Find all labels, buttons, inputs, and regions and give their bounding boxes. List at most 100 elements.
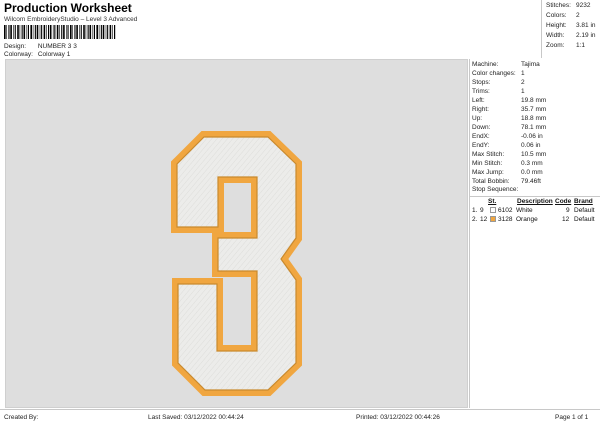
colors-row: Colors: 2 (546, 12, 580, 19)
row-description: Orange (516, 216, 538, 223)
endx-value: -0.06 in (521, 133, 543, 140)
software-subtitle: Wilcom EmbroideryStudio – Level 3 Advanc… (4, 16, 138, 23)
width-label: Width: (546, 32, 565, 39)
colors-value: 2 (576, 12, 580, 19)
row-code: 12 (562, 216, 570, 223)
right-label: Right: (472, 106, 489, 113)
left-label: Left: (472, 97, 485, 104)
max-stitch-row: Max Stitch: 10.5 mm (472, 150, 546, 159)
left-value: 19.8 mm (521, 97, 547, 104)
number-3-fill (176, 136, 297, 391)
endx-row: EndX: -0.06 in (472, 132, 543, 141)
colorway-row: Colorway: Colorway 1 (4, 51, 70, 58)
machine-info-panel: Machine: Tajima Color changes: 1 Stops: 2 T… (469, 59, 600, 408)
stats-panel: Stitches: 9232 Colors: 2 Height: 3.81 in Wi… (541, 0, 600, 58)
zoom-value: 1:1 (576, 42, 586, 49)
worksheet-header: Production Worksheet Wilcom EmbroiderySt… (0, 0, 600, 58)
color-changes-value: 1 (521, 70, 525, 77)
design-value: NUMBER 3 3 (37, 43, 77, 50)
stop-sequence-table: St. Description Code Brand 1. 9 6102 Whi… (470, 196, 600, 224)
row-code-number: 6102 (498, 207, 513, 214)
zoom-row: Zoom: 1:1 (546, 42, 585, 49)
row-code-number: 3128 (498, 216, 513, 223)
table-row: 2. 12 3128 Orange 12 Default (470, 215, 600, 224)
page-number: Page 1 of 1 (555, 414, 589, 421)
stop-sequence-title: Stop Sequence: (472, 186, 519, 193)
color-changes-row: Color changes: 1 (472, 69, 525, 78)
max-jump-label: Max Jump: (472, 169, 504, 176)
design-preview (5, 59, 468, 408)
stitches-row: Stitches: 9232 (546, 2, 590, 9)
width-row: Width: 2.19 in (546, 32, 596, 39)
design-label: Design: (4, 43, 27, 50)
row-brand: Default (574, 216, 595, 223)
trims-label: Trims: (472, 88, 490, 95)
total-bobbin-row: Total Bobbin: 79.46ft (472, 177, 541, 186)
down-value: 78.1 mm (521, 124, 547, 131)
max-jump-value: 0.0 mm (521, 169, 543, 176)
left-row: Left: 19.8 mm (472, 96, 546, 105)
endy-label: EndY: (472, 142, 490, 149)
total-bobbin-value: 79.46ft (521, 178, 541, 185)
machine-row: Machine: Tajima (472, 60, 540, 69)
header-st: St. (488, 198, 497, 205)
row-stitches: 9 (480, 207, 484, 214)
stitches-value: 9232 (576, 2, 591, 9)
up-label: Up: (472, 115, 483, 122)
endy-value: 0.06 in (521, 142, 541, 149)
height-row: Height: 3.81 in (546, 22, 596, 29)
row-index: 2. (472, 216, 478, 223)
header-brand: Brand (574, 198, 593, 205)
row-stitches: 12 (480, 216, 488, 223)
stop-sequence-header: St. Description Code Brand (470, 197, 600, 206)
table-row: 1. 9 6102 White 9 Default (470, 206, 600, 215)
row-brand: Default (574, 207, 595, 214)
trims-value: 1 (521, 88, 525, 95)
up-value: 18.8 mm (521, 115, 547, 122)
thread-color-swatch (490, 207, 496, 213)
min-stitch-value: 0.3 mm (521, 160, 543, 167)
total-bobbin-label: Total Bobbin: (472, 178, 510, 185)
row-index: 1. (472, 207, 478, 214)
machine-label: Machine: (472, 61, 499, 68)
barcode-icon (4, 25, 116, 39)
max-stitch-label: Max Stitch: (472, 151, 505, 158)
height-label: Height: (546, 22, 567, 29)
header-code: Code (555, 198, 572, 205)
printed-date: Printed: 03/12/2022 00:44:26 (356, 414, 440, 421)
endy-row: EndY: 0.06 in (472, 141, 541, 150)
row-code: 9 (566, 207, 570, 214)
colors-label: Colors: (546, 12, 567, 19)
row-description: White (516, 207, 533, 214)
height-value: 3.81 in (576, 22, 596, 29)
down-label: Down: (472, 124, 491, 131)
right-value: 35.7 mm (521, 106, 547, 113)
design-name-row: Design: NUMBER 3 3 (4, 43, 77, 50)
color-changes-label: Color changes: (472, 70, 516, 77)
stops-label: Stops: (472, 79, 491, 86)
endx-label: EndX: (472, 133, 490, 140)
down-row: Down: 78.1 mm (472, 123, 546, 132)
created-by: Created By: (4, 414, 39, 421)
last-saved: Last Saved: 03/12/2022 00:44:24 (148, 414, 244, 421)
stops-value: 2 (521, 79, 525, 86)
embroidery-number-3 (171, 131, 302, 396)
page-title: Production Worksheet (4, 1, 132, 15)
right-row: Right: 35.7 mm (472, 105, 546, 114)
min-stitch-row: Min Stitch: 0.3 mm (472, 159, 543, 168)
trims-row: Trims: 1 (472, 87, 525, 96)
up-row: Up: 18.8 mm (472, 114, 546, 123)
thread-color-swatch (490, 216, 496, 222)
max-jump-row: Max Jump: 0.0 mm (472, 168, 543, 177)
machine-value: Tajima (521, 61, 540, 68)
stitches-label: Stitches: (546, 2, 571, 9)
min-stitch-label: Min Stitch: (472, 160, 503, 167)
width-value: 2.19 in (576, 32, 596, 39)
worksheet-footer: Created By: Last Saved: 03/12/2022 00:44… (0, 409, 600, 424)
colorway-label: Colorway: (4, 51, 33, 58)
max-stitch-value: 10.5 mm (521, 151, 547, 158)
stops-row: Stops: 2 (472, 78, 525, 87)
colorway-value: Colorway 1 (37, 51, 71, 58)
header-description: Description (517, 198, 553, 205)
zoom-label: Zoom: (546, 42, 565, 49)
